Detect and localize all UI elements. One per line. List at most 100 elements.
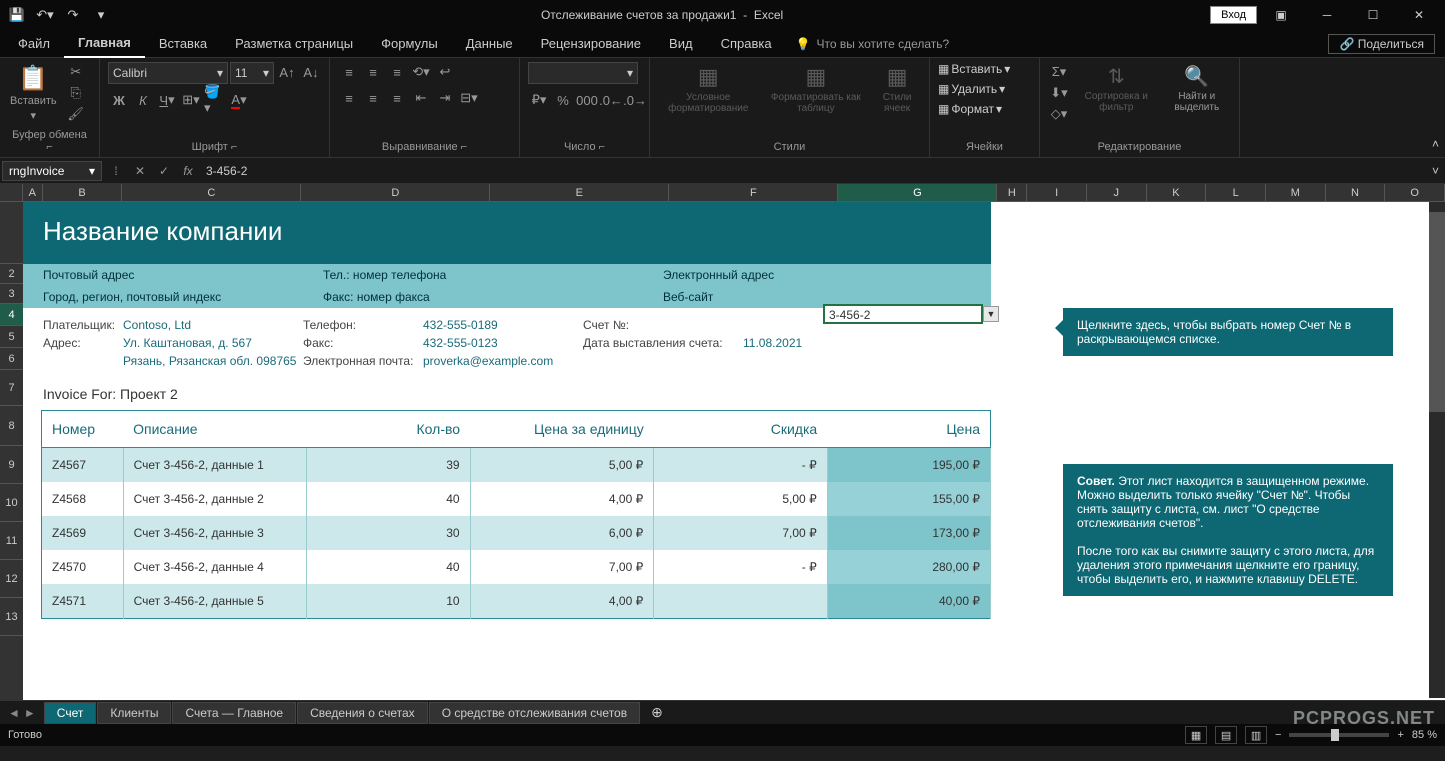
autosum-icon[interactable]: Σ▾ [1048, 62, 1070, 82]
italic-icon[interactable]: К [132, 90, 154, 110]
fx-icon[interactable]: fx [176, 164, 200, 178]
cells-delete-button[interactable]: ▦ Удалить ▾ [938, 82, 1005, 96]
zoom-in-icon[interactable]: + [1397, 729, 1403, 741]
ribbon-options-icon[interactable]: ▣ [1259, 1, 1303, 29]
select-all-corner[interactable] [0, 184, 23, 201]
qat-customize-icon[interactable]: ▾ [88, 3, 114, 27]
underline-icon[interactable]: Ч▾ [156, 90, 178, 110]
tab-nav-prev-icon[interactable]: ◄ [8, 706, 20, 720]
expand-formula-icon[interactable]: ˅ [1432, 164, 1439, 178]
fill-color-icon[interactable]: 🪣▾ [204, 90, 226, 110]
formula-input[interactable]: 3-456-2 [200, 164, 1445, 178]
currency-icon[interactable]: ₽▾ [528, 90, 550, 110]
col-K[interactable]: K [1147, 184, 1207, 201]
dec-dec-icon[interactable]: .0→ [624, 90, 646, 110]
find-select-button[interactable]: 🔍Найти и выделить [1163, 62, 1231, 115]
row-2[interactable]: 2 [0, 264, 23, 284]
tab-insert[interactable]: Вставка [145, 30, 221, 58]
fill-icon[interactable]: ⬇▾ [1048, 83, 1070, 103]
tab-help[interactable]: Справка [707, 30, 786, 58]
shrink-font-icon[interactable]: A↓ [300, 62, 322, 82]
copy-icon[interactable]: ⎘ [65, 83, 87, 103]
borders-icon[interactable]: ⊞▾ [180, 90, 202, 110]
percent-icon[interactable]: % [552, 90, 574, 110]
col-I[interactable]: I [1027, 184, 1087, 201]
cancel-icon[interactable]: ✕ [128, 164, 152, 178]
cells-insert-button[interactable]: ▦ Вставить ▾ [938, 62, 1010, 76]
dropdown-icon[interactable]: ▼ [983, 306, 999, 322]
col-B[interactable]: B [43, 184, 123, 201]
font-name-combo[interactable]: Calibri▾ [108, 62, 228, 84]
row-13[interactable]: 13 [0, 598, 23, 636]
orientation-icon[interactable]: ⟲▾ [410, 62, 432, 82]
selected-cell[interactable]: 3-456-2 ▼ [823, 304, 983, 324]
sheet-tab-invoice[interactable]: Счет [44, 702, 97, 724]
add-sheet-icon[interactable]: ⊕ [641, 704, 673, 721]
collapse-ribbon-icon[interactable]: ˄ [1432, 137, 1439, 151]
tab-layout[interactable]: Разметка страницы [221, 30, 367, 58]
col-C[interactable]: C [122, 184, 301, 201]
login-button[interactable]: Вход [1210, 6, 1257, 24]
col-J[interactable]: J [1087, 184, 1147, 201]
minimize-icon[interactable]: ─ [1305, 1, 1349, 29]
row-4[interactable]: 4 [0, 304, 23, 326]
row-5[interactable]: 5 [0, 326, 23, 348]
name-box[interactable]: rngInvoice▾ [2, 161, 102, 181]
col-H[interactable]: H [997, 184, 1027, 201]
row-10[interactable]: 10 [0, 484, 23, 522]
indent-dec-icon[interactable]: ⇤ [410, 88, 432, 108]
col-L[interactable]: L [1206, 184, 1266, 201]
dec-inc-icon[interactable]: .0← [600, 90, 622, 110]
cell-styles-button[interactable]: ▦Стили ячеек [873, 62, 921, 116]
col-O[interactable]: O [1385, 184, 1445, 201]
table-row[interactable]: Z4568Счет 3-456-2, данные 2404,00 ₽5,00 … [42, 482, 991, 516]
save-icon[interactable]: 💾 [4, 3, 30, 27]
view-page-break-icon[interactable]: ▥ [1245, 726, 1267, 744]
view-page-layout-icon[interactable]: ▤ [1215, 726, 1237, 744]
tab-review[interactable]: Рецензирование [527, 30, 655, 58]
cond-format-button[interactable]: ▦Условное форматирование [658, 62, 759, 116]
redo-icon[interactable]: ↷ [60, 3, 86, 27]
number-format-combo[interactable]: ▾ [528, 62, 638, 84]
share-button[interactable]: 🔗 Поделиться [1328, 34, 1435, 54]
vertical-scrollbar[interactable] [1429, 202, 1445, 698]
tab-view[interactable]: Вид [655, 30, 707, 58]
row-12[interactable]: 12 [0, 560, 23, 598]
format-painter-icon[interactable]: 🖌 [65, 104, 87, 124]
sheet-tab-invoices-main[interactable]: Счета — Главное [172, 702, 296, 724]
col-M[interactable]: M [1266, 184, 1326, 201]
tab-data[interactable]: Данные [452, 30, 527, 58]
align-right-icon[interactable]: ≡ [386, 88, 408, 108]
maximize-icon[interactable]: ☐ [1351, 1, 1395, 29]
merge-icon[interactable]: ⊟▾ [458, 88, 480, 108]
font-size-combo[interactable]: 11▾ [230, 62, 274, 84]
enter-icon[interactable]: ✓ [152, 164, 176, 178]
cut-icon[interactable]: ✂ [65, 62, 87, 82]
zoom-slider[interactable] [1289, 733, 1389, 737]
table-row[interactable]: Z4570Счет 3-456-2, данные 4407,00 ₽- ₽28… [42, 550, 991, 584]
cells-format-button[interactable]: ▦ Формат ▾ [938, 102, 1002, 116]
grow-font-icon[interactable]: A↑ [276, 62, 298, 82]
row-3[interactable]: 3 [0, 284, 23, 304]
font-color-icon[interactable]: A▾ [228, 90, 250, 110]
view-normal-icon[interactable]: ▦ [1185, 726, 1207, 744]
table-row[interactable]: Z4571Счет 3-456-2, данные 5104,00 ₽40,00… [42, 584, 991, 619]
table-row[interactable]: Z4569Счет 3-456-2, данные 3306,00 ₽7,00 … [42, 516, 991, 550]
sheet-tab-about[interactable]: О средстве отслеживания счетов [429, 702, 640, 724]
sort-filter-button[interactable]: ⇅Сортировка и фильтр [1076, 62, 1157, 115]
sheet-tab-invoice-details[interactable]: Сведения о счетах [297, 702, 428, 724]
close-icon[interactable]: ✕ [1397, 1, 1441, 29]
comma-icon[interactable]: 000 [576, 90, 598, 110]
align-bottom-icon[interactable]: ≡ [386, 62, 408, 82]
tab-formulas[interactable]: Формулы [367, 30, 452, 58]
tab-nav-next-icon[interactable]: ► [24, 706, 36, 720]
align-center-icon[interactable]: ≡ [362, 88, 384, 108]
col-F[interactable]: F [669, 184, 838, 201]
zoom-out-icon[interactable]: − [1275, 729, 1281, 741]
row-8[interactable]: 8 [0, 406, 23, 446]
tab-file[interactable]: Файл [4, 30, 64, 58]
undo-icon[interactable]: ↶▾ [32, 3, 58, 27]
zoom-level[interactable]: 85 % [1412, 729, 1437, 741]
align-left-icon[interactable]: ≡ [338, 88, 360, 108]
col-N[interactable]: N [1326, 184, 1386, 201]
